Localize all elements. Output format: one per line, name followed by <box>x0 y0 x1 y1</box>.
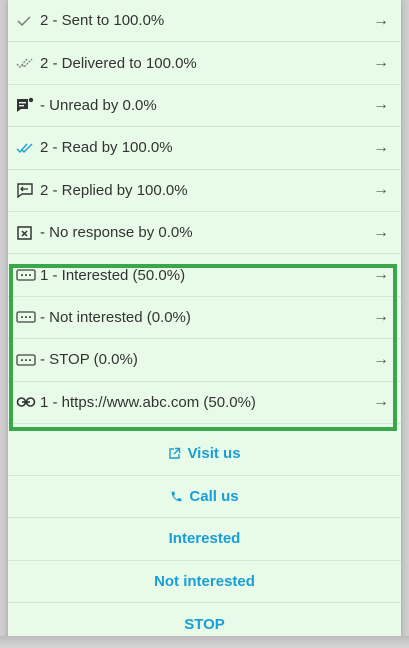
link-icon <box>16 396 38 408</box>
double-check-icon <box>16 56 38 70</box>
stop-label: STOP <box>184 616 225 634</box>
arrow-right-icon[interactable]: → <box>373 266 389 284</box>
arrow-right-icon[interactable]: → <box>373 96 389 114</box>
arrow-right-icon[interactable]: → <box>373 54 389 72</box>
arrow-right-icon[interactable]: → <box>373 224 389 242</box>
not-interested-label: Not interested <box>154 573 255 591</box>
stat-row-delivered[interactable]: 2 - Delivered to 100.0% → <box>8 42 401 85</box>
phone-icon <box>170 490 183 503</box>
stat-row-read[interactable]: 2 - Read by 100.0% → <box>8 127 401 170</box>
call-us-label: Call us <box>189 487 239 505</box>
stat-row-link[interactable]: 1 - https://www.abc.com (50.0%) → <box>8 382 401 424</box>
double-check-blue-icon <box>16 141 38 155</box>
arrow-right-icon[interactable]: → <box>373 12 389 30</box>
message-stats-panel: 2 - Sent to 100.0% → 2 - Delivered to 10… <box>8 0 401 648</box>
visit-us-button[interactable]: Visit us <box>8 433 401 476</box>
stat-row-interested[interactable]: 1 - Interested (50.0%) → <box>8 254 401 297</box>
arrow-right-icon[interactable]: → <box>373 139 389 157</box>
stat-label: 2 - Read by 100.0% <box>40 139 173 157</box>
stat-label: - Not interested (0.0%) <box>40 308 191 326</box>
quick-reply-icon <box>16 311 38 324</box>
interested-button[interactable]: Interested <box>8 518 401 561</box>
stat-label: - Unread by 0.0% <box>40 96 157 114</box>
arrow-right-icon[interactable]: → <box>373 393 389 411</box>
stat-row-sent[interactable]: 2 - Sent to 100.0% → <box>8 0 401 43</box>
call-us-button[interactable]: Call us <box>8 476 401 519</box>
quick-reply-icon <box>16 269 38 281</box>
stat-label: 1 - Interested (50.0%) <box>40 266 186 284</box>
unread-message-icon <box>16 97 38 113</box>
stat-row-stop[interactable]: - STOP (0.0%) → <box>8 339 401 382</box>
reply-message-icon <box>16 182 38 199</box>
stat-label: 2 - Sent to 100.0% <box>40 12 165 30</box>
no-response-icon <box>16 225 38 241</box>
not-interested-button[interactable]: Not interested <box>8 561 401 604</box>
arrow-right-icon[interactable]: → <box>373 308 389 326</box>
stat-row-unread[interactable]: - Unread by 0.0% → <box>8 85 401 128</box>
stat-label: - No response by 0.0% <box>40 224 193 242</box>
bottom-edge <box>0 636 409 648</box>
stat-label: - STOP (0.0%) <box>40 351 138 369</box>
check-icon <box>16 14 38 28</box>
stat-row-replied[interactable]: 2 - Replied by 100.0% → <box>8 170 401 212</box>
visit-us-label: Visit us <box>187 445 241 463</box>
quick-reply-icon <box>16 354 38 366</box>
stats-list: 2 - Sent to 100.0% → 2 - Delivered to 10… <box>8 0 401 424</box>
stat-label: 2 - Replied by 100.0% <box>40 181 188 199</box>
stat-label: 1 - https://www.abc.com (50.0%) <box>40 393 256 411</box>
interested-label: Interested <box>168 530 241 548</box>
external-link-icon <box>168 447 181 460</box>
arrow-right-icon[interactable]: → <box>373 351 389 369</box>
stat-label: 2 - Delivered to 100.0% <box>40 54 197 72</box>
action-buttons: Visit us Call us Interested Not interest… <box>8 433 401 646</box>
stat-row-no-response[interactable]: - No response by 0.0% → <box>8 212 401 255</box>
stat-row-not-interested[interactable]: - Not interested (0.0%) → <box>8 297 401 340</box>
arrow-right-icon[interactable]: → <box>373 181 389 199</box>
